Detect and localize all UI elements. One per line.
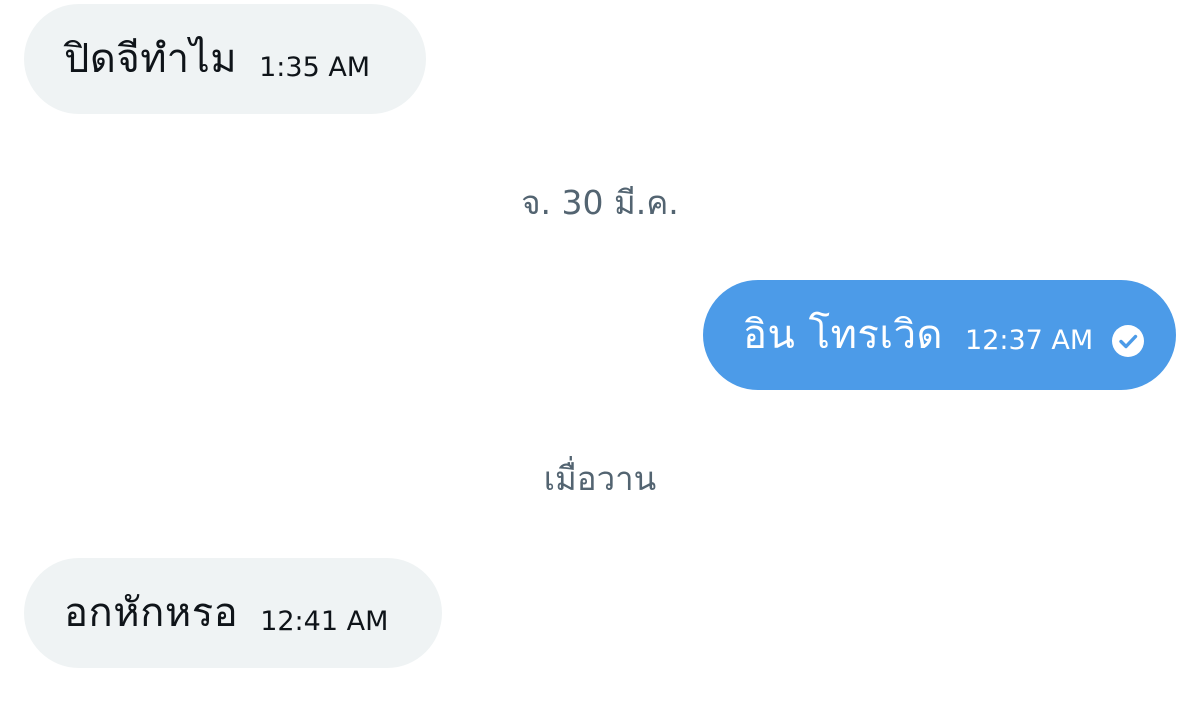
message-bubble-received[interactable]: อกหักหรอ 12:41 AM (24, 558, 442, 668)
date-separator: เมื่อวาน (543, 459, 657, 498)
message-text: ปิดจีทำไม (64, 36, 238, 82)
message-bubble-sent[interactable]: อิน โทรเวิด 12:37 AM (703, 280, 1176, 390)
message-bubble-received[interactable]: ปิดจีทำไม 1:35 AM (24, 4, 426, 114)
message-timestamp: 12:37 AM (965, 325, 1094, 356)
message-text: อกหักหรอ (64, 590, 239, 636)
date-separator: จ. 30 มี.ค. (521, 183, 679, 222)
read-check-icon (1112, 325, 1145, 357)
message-timestamp: 12:41 AM (260, 606, 389, 637)
message-text: อิน โทรเวิด (743, 312, 944, 358)
message-timestamp: 1:35 AM (259, 52, 371, 83)
conversation-view: ปิดจีทำไม 1:35 AM จ. 30 มี.ค. อิน โทรเวิ… (0, 0, 1200, 707)
